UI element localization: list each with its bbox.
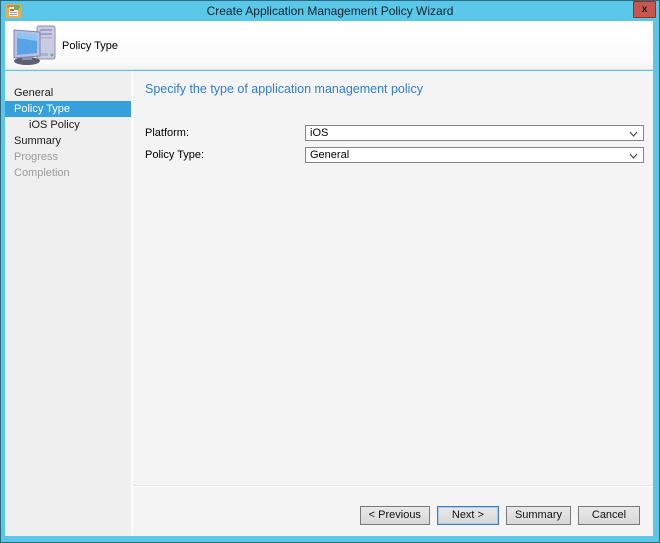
wizard-step-sidebar: General Policy Type iOS Policy Summary P… <box>5 71 131 536</box>
chevron-down-icon <box>629 131 638 137</box>
chevron-down-icon <box>629 153 638 159</box>
main-area: General Policy Type iOS Policy Summary P… <box>5 71 653 536</box>
sidebar-item-progress: Progress <box>14 151 59 163</box>
policy-type-select-value: General <box>310 149 350 161</box>
wizard-header: Policy Type <box>5 21 653 70</box>
policy-type-row: Policy Type: General <box>145 147 644 163</box>
close-button[interactable]: x <box>633 1 656 18</box>
computer-icon <box>13 25 56 65</box>
window-title: Create Application Management Policy Wiz… <box>206 4 454 18</box>
sidebar-item-ios-policy[interactable]: iOS Policy <box>5 117 131 133</box>
content-panel: Specify the type of application manageme… <box>131 71 653 536</box>
sidebar-item-completion: Completion <box>14 167 70 179</box>
platform-row: Platform: iOS <box>145 125 644 141</box>
sidebar-item-policy-type[interactable]: Policy Type <box>5 101 131 117</box>
policy-type-label: Policy Type: <box>145 149 205 161</box>
title-bar[interactable]: Create Application Management Policy Wiz… <box>1 1 659 21</box>
wizard-window: Create Application Management Policy Wiz… <box>0 0 660 543</box>
page-title: Policy Type <box>62 39 119 52</box>
policy-type-select[interactable]: General <box>305 147 644 163</box>
platform-select[interactable]: iOS <box>305 125 644 141</box>
footer-buttons: < Previous Next > Summary Cancel <box>359 506 640 525</box>
platform-label: Platform: <box>145 127 190 139</box>
content-heading: Specify the type of application manageme… <box>145 82 423 96</box>
platform-select-value: iOS <box>310 127 329 139</box>
summary-button[interactable]: Summary <box>505 506 571 525</box>
sidebar-item-summary[interactable]: Summary <box>5 133 131 149</box>
sidebar-item-general[interactable]: General <box>5 85 131 101</box>
next-button[interactable]: Next > <box>436 506 499 525</box>
previous-button[interactable]: < Previous <box>359 506 430 525</box>
footer-divider <box>133 485 653 487</box>
cancel-button[interactable]: Cancel <box>578 506 640 525</box>
